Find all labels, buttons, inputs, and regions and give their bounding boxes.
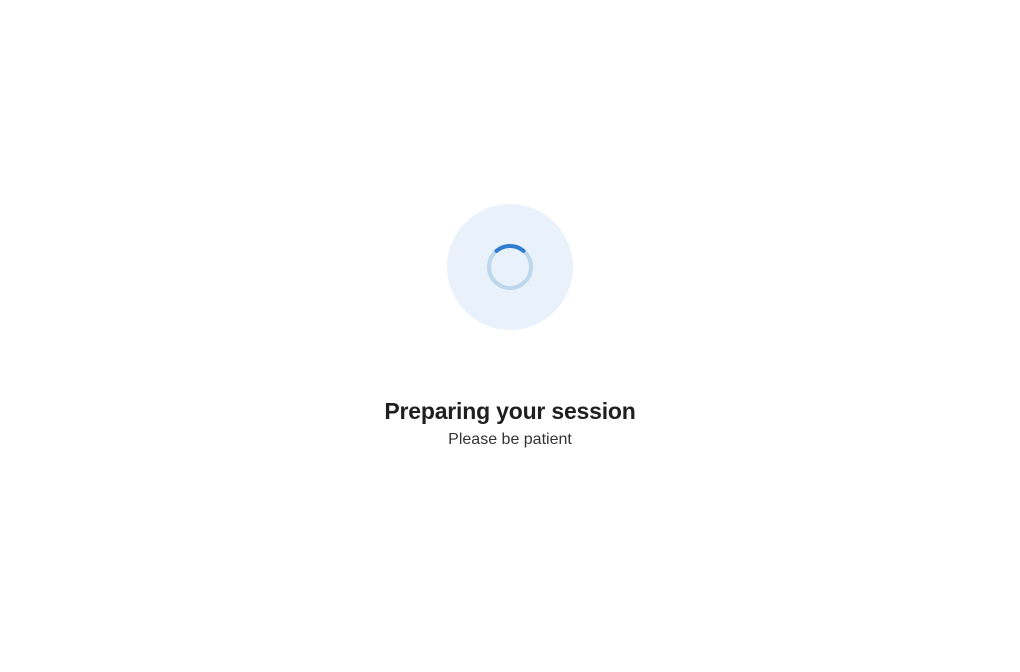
- loading-spinner-icon: [485, 242, 535, 292]
- loading-subtext: Please be patient: [448, 431, 572, 449]
- loading-heading: Preparing your session: [384, 398, 635, 425]
- spinner-background-circle: [447, 204, 573, 330]
- loading-container: Preparing your session Please be patient: [384, 204, 635, 449]
